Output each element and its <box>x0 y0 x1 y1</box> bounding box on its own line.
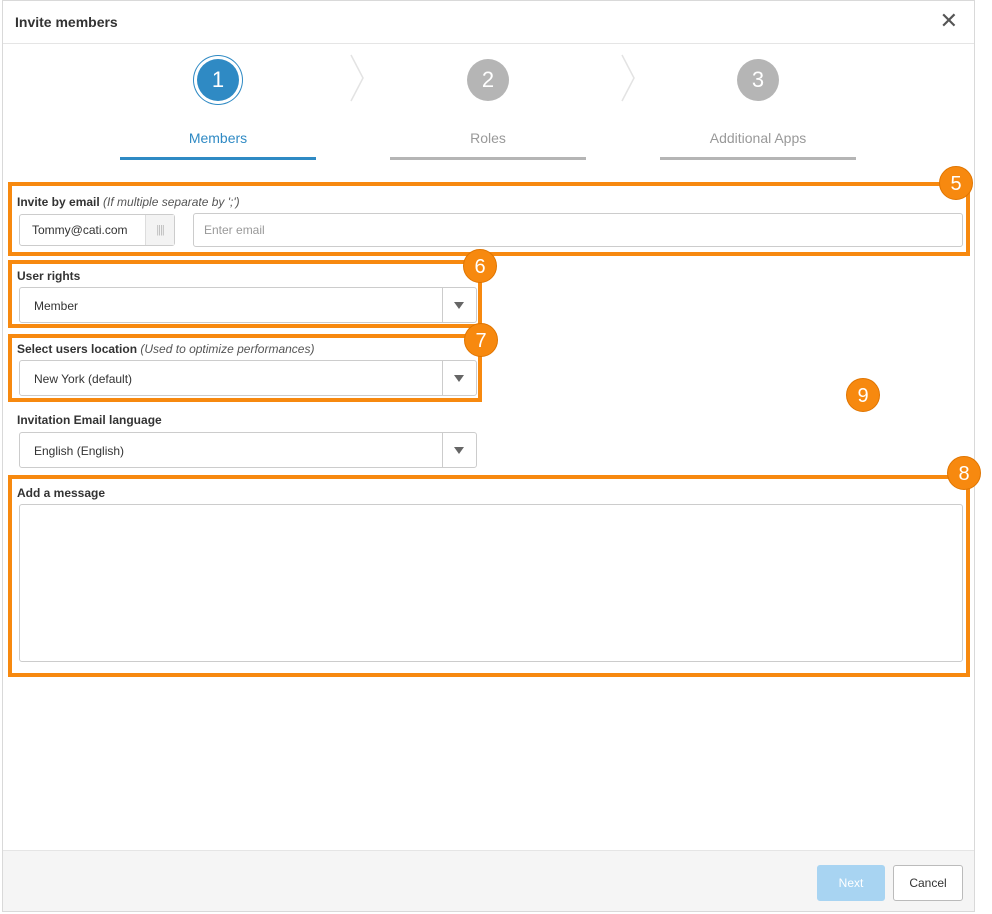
step-label-additional-apps: Additional Apps <box>709 130 807 146</box>
step-label-members: Members <box>188 130 248 146</box>
annotation-box-7 <box>8 334 482 402</box>
language-value: English (English) <box>34 444 125 458</box>
annotation-box-8 <box>8 475 970 677</box>
invite-members-dialog: Invite members ✕ 1 Members 2 Roles 3 Add… <box>2 0 975 912</box>
step-progress-bar <box>120 157 316 160</box>
annotation-badge-5: 5 <box>939 166 973 200</box>
step-progress-bar <box>660 157 856 160</box>
dialog-footer: Next Cancel <box>3 850 974 911</box>
chevron-right-icon <box>350 54 364 102</box>
step-label-roles: Roles <box>470 130 506 146</box>
chevron-right-icon <box>621 54 635 102</box>
language-label: Invitation Email language <box>17 413 162 427</box>
annotation-badge-9: 9 <box>846 378 880 412</box>
annotation-badge-6: 6 <box>463 249 497 283</box>
next-button[interactable]: Next <box>817 865 885 901</box>
annotation-box-6 <box>8 260 482 328</box>
annotation-badge-8: 8 <box>947 456 981 490</box>
step-number-2: 2 <box>467 59 509 101</box>
language-select[interactable]: English (English) <box>19 432 477 468</box>
step-progress-bar <box>390 157 586 160</box>
annotation-box-5 <box>8 182 970 256</box>
dialog-title: Invite members <box>15 14 118 30</box>
annotation-badge-7: 7 <box>464 323 498 357</box>
dropdown-arrow-icon[interactable] <box>442 433 476 467</box>
cancel-button[interactable]: Cancel <box>893 865 963 901</box>
dialog-header: Invite members ✕ <box>3 1 974 44</box>
close-icon[interactable]: ✕ <box>940 9 958 33</box>
step-number-1: 1 <box>197 59 239 101</box>
step-number-3: 3 <box>737 59 779 101</box>
